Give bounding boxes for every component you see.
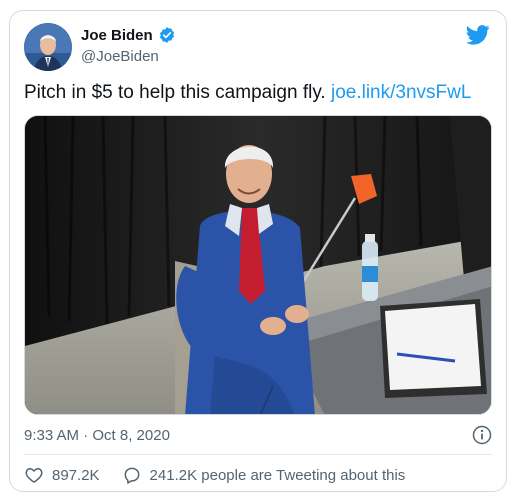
twitter-bird-icon[interactable] [465, 25, 490, 45]
author-name[interactable]: Joe Biden [81, 27, 153, 44]
reply-count-label: 241.2K people are Tweeting about this [149, 466, 406, 484]
author-handle[interactable]: @JoeBiden [81, 48, 159, 65]
author-avatar[interactable] [24, 23, 72, 71]
verified-badge-icon [158, 26, 176, 44]
heart-icon [25, 468, 43, 483]
tweet-card[interactable]: Joe Biden @JoeBiden Pitch in $5 to help … [9, 10, 507, 492]
tweet-timestamp[interactable]: 9:33 AM · Oct 8, 2020 [24, 427, 170, 444]
like-button[interactable]: 897.2K [24, 465, 100, 485]
tweet-actions: 897.2K 241.2K people are Tweeting about … [24, 465, 405, 485]
like-count: 897.2K [52, 466, 100, 484]
info-icon[interactable] [472, 425, 492, 445]
tweet-body: Pitch in $5 to help this campaign fly. [24, 82, 326, 103]
tweet-text: Pitch in $5 to help this campaign fly. j… [24, 81, 492, 105]
divider [24, 454, 492, 455]
tweet-photo[interactable] [24, 115, 492, 415]
reply-button[interactable]: 241.2K people are Tweeting about this [122, 465, 406, 485]
reply-icon [124, 467, 139, 484]
tweet-link[interactable]: joe.link/3nvsFwL [331, 82, 471, 103]
